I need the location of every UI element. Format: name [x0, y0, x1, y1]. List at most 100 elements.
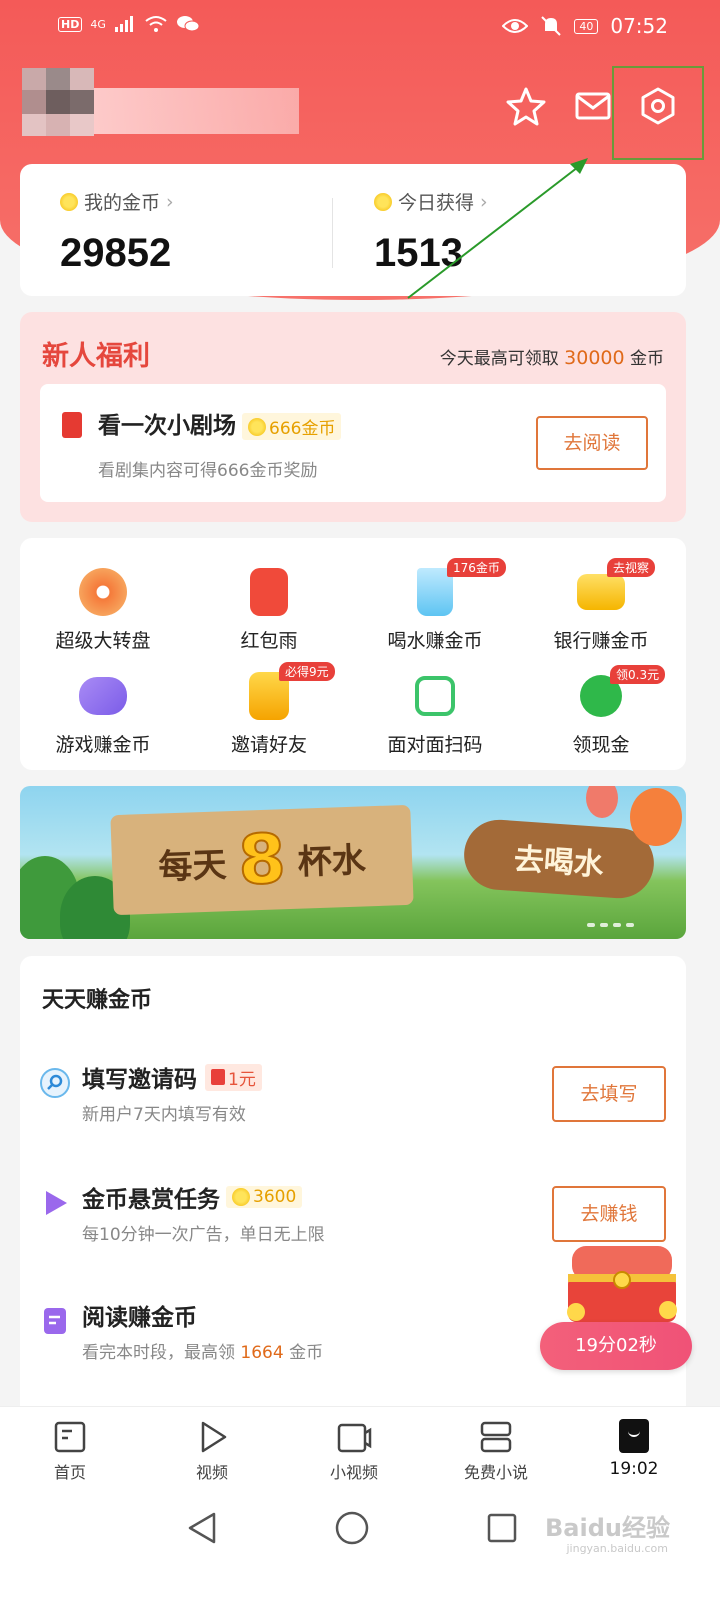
cash-tag: 1元	[205, 1063, 262, 1091]
nav-free-novel[interactable]: 免费小说	[446, 1419, 546, 1483]
user-name-blurred	[94, 88, 299, 134]
countdown-timer[interactable]: 19分02秒	[540, 1322, 692, 1370]
eye-icon	[502, 19, 529, 33]
grid-item-invite-friends[interactable]: 必得9元 邀请好友	[186, 662, 352, 757]
nav-video[interactable]: 视频	[162, 1419, 262, 1483]
go-read-button[interactable]: 去阅读	[536, 416, 648, 470]
row-subtitle: 新用户7天内填写有效	[82, 1105, 246, 1125]
row-title-text: 金币悬赏任务	[82, 1187, 220, 1213]
nav-home[interactable]: 首页	[20, 1419, 120, 1483]
grid-item-red-packet-rain[interactable]: 红包雨	[186, 568, 352, 653]
nav-label: 视频	[195, 1463, 228, 1482]
reward-tag-text: 666金币	[269, 419, 336, 439]
sub-prefix: 看完本时段，最高领	[82, 1343, 235, 1363]
grid-item-cash[interactable]: 领0.3元 领现金	[518, 665, 684, 757]
banner-sign-button[interactable]: 去喝水	[461, 817, 657, 901]
status-bar: HD 4G 40 07:52	[0, 10, 720, 46]
coin-tag-text: 3600	[253, 1187, 297, 1207]
treasure-chest-icon[interactable]	[560, 1240, 684, 1326]
grid-item-drink-water[interactable]: 176金币 喝水赚金币	[352, 558, 518, 653]
hint-suffix: 金币	[630, 349, 664, 369]
balloon-decoration	[630, 788, 682, 846]
water-cup-icon: 176金币	[417, 558, 506, 616]
banner-scroll: 每天 8 杯水	[110, 804, 414, 916]
newbie-task-subtitle: 看剧集内容可得666金币奖励	[98, 461, 318, 481]
row-title-text: 填写邀请码	[82, 1067, 197, 1093]
book-icon	[44, 1308, 66, 1334]
book-stack-icon	[480, 1421, 512, 1453]
sub-suffix: 金币	[289, 1343, 324, 1363]
row-subtitle: 每10分钟一次广告，单日无上限	[82, 1225, 325, 1245]
grid-label: 超级大转盘	[55, 630, 151, 652]
coin-icon	[374, 192, 392, 211]
red-packet-icon	[250, 568, 288, 616]
coin-icon	[60, 192, 78, 211]
sub-amount: 1664	[240, 1343, 284, 1363]
mute-bell-icon	[541, 16, 562, 36]
task-title-text: 看一次小剧场	[98, 413, 236, 439]
feature-grid: 超级大转盘 红包雨 176金币 喝水赚金币 去视察 银行赚金币 游戏赚金币 必得…	[20, 538, 686, 770]
red-envelope-icon	[62, 412, 82, 438]
newbie-task-title: 看一次小剧场 666金币	[98, 406, 342, 440]
my-coins-value: 29852	[60, 231, 172, 275]
newbie-task-card: 看一次小剧场 666金币 看剧集内容可得666金币奖励 去阅读	[40, 384, 666, 502]
nav-short-video[interactable]: 小视频	[304, 1419, 404, 1483]
banner-pagination	[587, 923, 634, 927]
nav-label: 19:02	[609, 1459, 659, 1479]
play-icon	[46, 1191, 67, 1215]
drink-water-banner[interactable]: 每天 8 杯水 去喝水	[20, 786, 686, 939]
watermark-url: jingyan.baidu.com	[566, 1542, 668, 1555]
status-left: HD 4G	[58, 14, 200, 34]
back-icon[interactable]	[184, 1510, 220, 1546]
search-icon	[40, 1068, 70, 1098]
row-subtitle: 看完本时段，最高领 1664 金币	[82, 1338, 323, 1363]
grid-item-bank-coins[interactable]: 去视察 银行赚金币	[518, 558, 684, 653]
avatar[interactable]	[22, 68, 94, 158]
camera-icon	[337, 1423, 372, 1453]
grid-label: 喝水赚金币	[387, 630, 483, 652]
battery-indicator: 40	[574, 18, 599, 34]
grid-item-face-scan[interactable]: 面对面扫码	[352, 672, 518, 757]
profile-icon	[619, 1419, 649, 1453]
earn-money-button[interactable]: 去赚钱	[552, 1186, 666, 1242]
gamepad-icon	[79, 677, 127, 715]
watermark-logo: Baidu经验	[545, 1514, 670, 1542]
nav-label: 小视频	[329, 1463, 378, 1482]
balloon-decoration	[586, 786, 618, 818]
reward-tag: 666金币	[242, 413, 342, 440]
play-icon	[201, 1421, 227, 1453]
grid-badge: 去视察	[607, 558, 656, 577]
my-coins[interactable]: 我的金币 › 29852	[60, 188, 174, 276]
recents-icon[interactable]	[484, 1510, 520, 1546]
hint-amount: 30000	[564, 347, 625, 369]
grid-item-spin-wheel[interactable]: 超级大转盘	[20, 568, 186, 653]
hd-badge: HD	[58, 16, 83, 32]
newbie-welfare-section: 新人福利 今天最高可领取 30000 金币 看一次小剧场 666金币 看剧集内容可…	[20, 312, 686, 522]
grid-label: 领现金	[572, 734, 630, 756]
network-label: 4G	[90, 17, 106, 31]
star-icon[interactable]	[504, 84, 548, 128]
daily-row-invite-code: 填写邀请码 1元 新用户7天内填写有效 去填写	[20, 1060, 686, 1150]
hint-prefix: 今天最高可领取	[439, 349, 559, 369]
grid-label: 游戏赚金币	[55, 734, 151, 756]
coin-icon	[232, 1188, 250, 1206]
newbie-hint: 今天最高可领取 30000 金币	[440, 344, 664, 369]
mail-icon[interactable]	[571, 84, 615, 128]
banner-text-1: 每天	[157, 844, 228, 888]
status-right: 40 07:52	[502, 14, 668, 38]
home-circle-icon[interactable]	[334, 1510, 370, 1546]
grid-label: 邀请好友	[230, 734, 307, 756]
fill-in-button[interactable]: 去填写	[552, 1066, 666, 1122]
row-title: 金币悬赏任务 3600	[82, 1180, 303, 1214]
wechat-icon	[176, 16, 200, 32]
daily-title: 天天赚金币	[42, 988, 153, 1013]
red-packet-icon	[211, 1069, 225, 1085]
my-coins-label: 我的金币	[84, 192, 161, 214]
grid-badge: 176金币	[447, 558, 506, 577]
nav-mine[interactable]: 19:02	[584, 1419, 684, 1479]
grid-item-game-coins[interactable]: 游戏赚金币	[20, 672, 186, 757]
chevron-right-icon: ›	[166, 190, 174, 213]
cash-tag-text: 1元	[228, 1069, 256, 1090]
status-time: 07:52	[610, 14, 668, 38]
newbie-title: 新人福利	[42, 341, 150, 372]
